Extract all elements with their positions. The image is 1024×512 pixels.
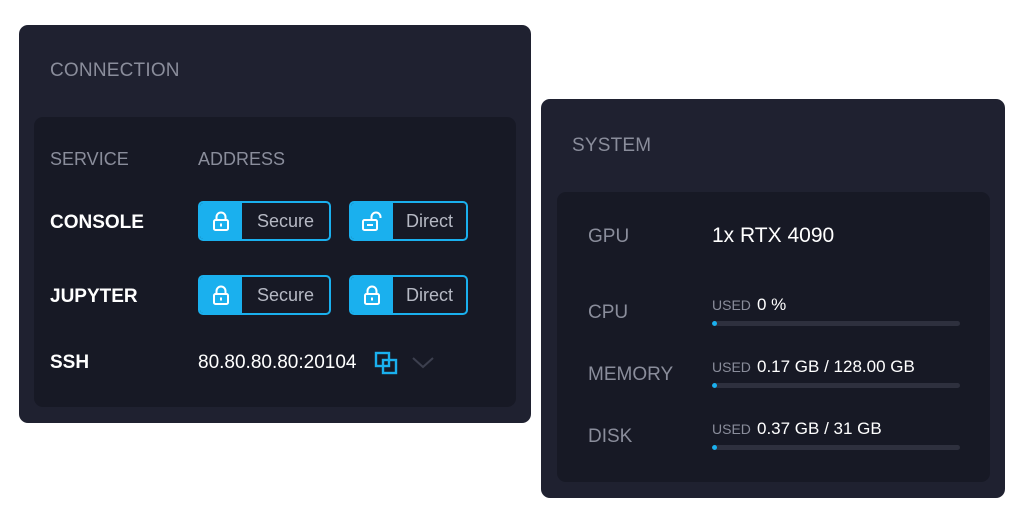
lock-closed-icon — [200, 203, 242, 239]
lock-closed-icon — [351, 277, 393, 313]
lock-open-icon — [351, 203, 393, 239]
lock-closed-icon — [200, 277, 242, 313]
secure-label: Secure — [256, 210, 315, 231]
connection-title: CONNECTION — [50, 60, 180, 81]
jupyter-secure-button[interactable]: Secure — [198, 275, 331, 315]
service-column-header: SERVICE — [50, 149, 129, 169]
jupyter-direct-button[interactable]: Direct — [349, 275, 468, 315]
cpu-label: CPU — [588, 302, 629, 323]
system-panel: SYSTEM GPU 1x RTX 4090 CPU USED 0 % MEMO… — [541, 99, 1005, 498]
memory-usage-bar — [712, 383, 960, 388]
service-name-ssh: SSH — [50, 352, 90, 373]
cpu-used-tag: USED — [712, 297, 751, 313]
copy-icon[interactable] — [374, 351, 398, 380]
memory-label: MEMORY — [588, 364, 674, 385]
cpu-usage-fill — [712, 321, 717, 326]
disk-used-value: 0.37 GB / 31 GB — [757, 419, 882, 438]
cpu-used-value: 0 % — [757, 295, 787, 314]
direct-label: Direct — [405, 210, 453, 231]
ssh-address: 80.80.80.80:20104 — [198, 352, 357, 373]
service-name-jupyter: JUPYTER — [50, 286, 138, 307]
console-secure-button[interactable]: Secure — [198, 201, 331, 241]
gpu-label: GPU — [588, 226, 630, 247]
direct-label: Direct — [405, 284, 453, 305]
connection-panel: CONNECTION SERVICE ADDRESS CONSOLE Secur… — [19, 25, 531, 423]
disk-usage-bar — [712, 445, 960, 450]
system-title: SYSTEM — [572, 135, 652, 156]
system-stats: GPU 1x RTX 4090 CPU USED 0 % MEMORY USED… — [557, 192, 990, 482]
memory-usage-fill — [712, 383, 717, 388]
cpu-usage-bar — [712, 321, 960, 326]
console-direct-button[interactable]: Direct — [349, 201, 468, 241]
address-column-header: ADDRESS — [198, 149, 286, 169]
connection-table: SERVICE ADDRESS CONSOLE Secure Direct JU… — [34, 117, 516, 407]
memory-used-value: 0.17 GB / 128.00 GB — [757, 357, 915, 376]
chevron-down-icon[interactable] — [411, 355, 435, 376]
gpu-value: 1x RTX 4090 — [712, 224, 835, 247]
memory-used-tag: USED — [712, 359, 751, 375]
disk-usage-fill — [712, 445, 717, 450]
disk-label: DISK — [588, 426, 633, 447]
service-name-console: CONSOLE — [50, 212, 144, 233]
secure-label: Secure — [256, 284, 315, 305]
disk-used-tag: USED — [712, 421, 751, 437]
